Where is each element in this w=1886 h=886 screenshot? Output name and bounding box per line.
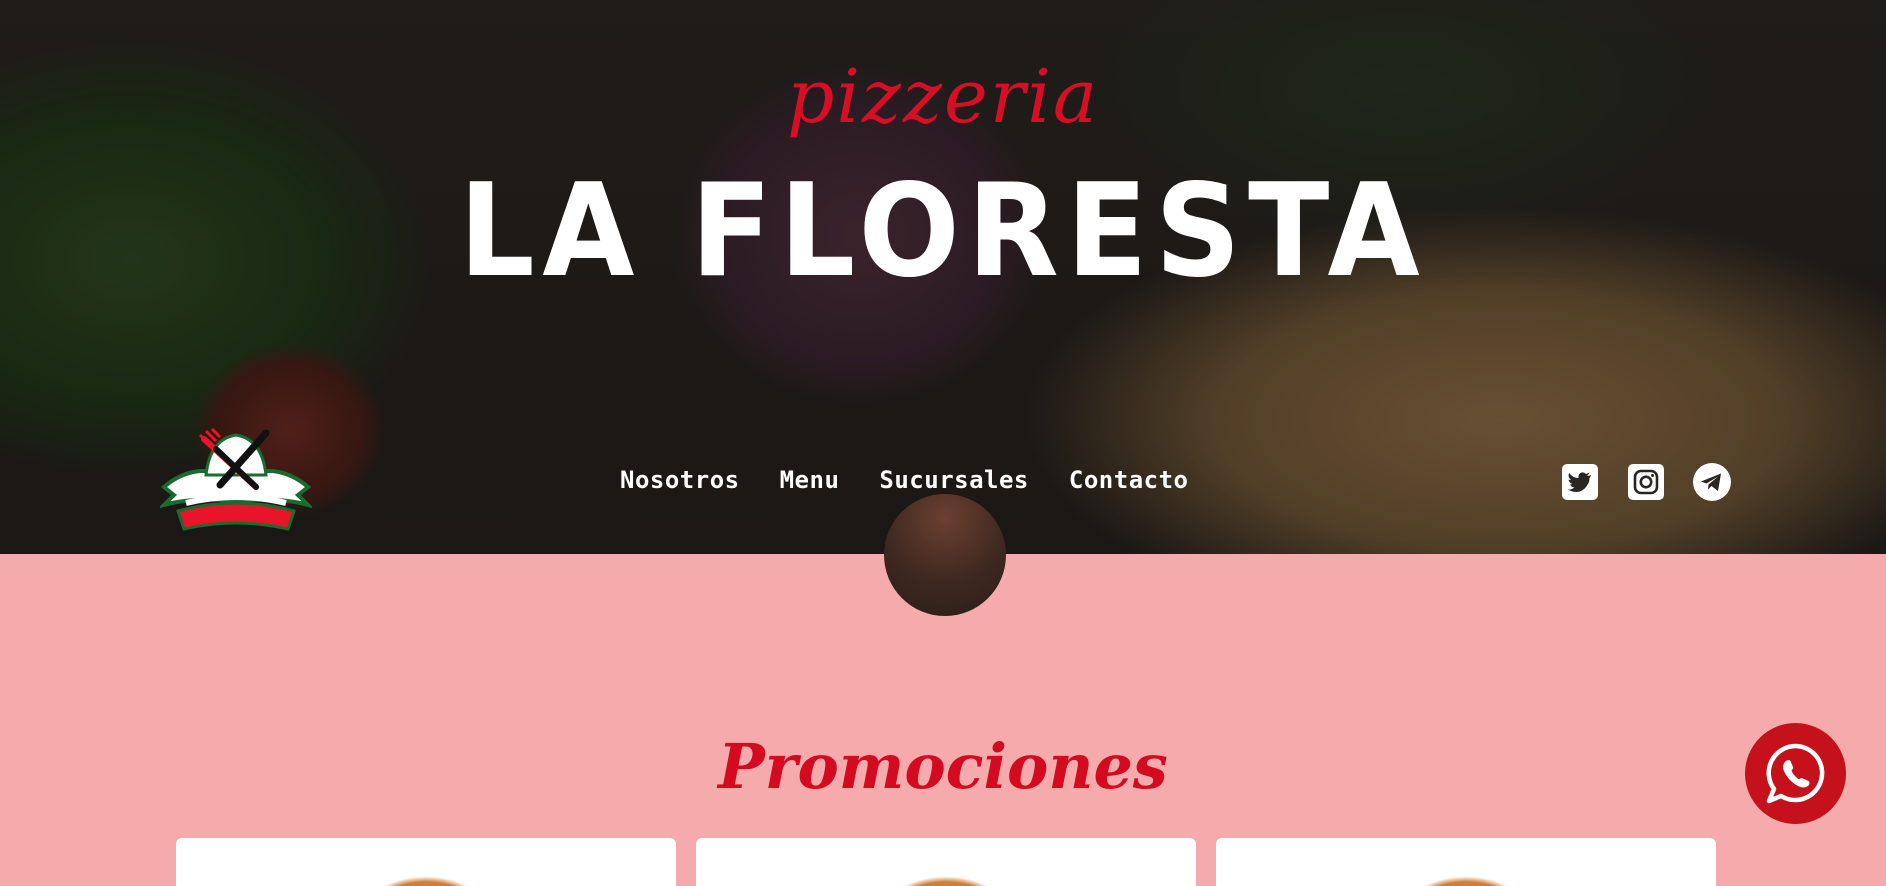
nav-item-nosotros[interactable]: Nosotros (620, 466, 740, 494)
instagram-icon[interactable] (1626, 462, 1666, 502)
nav-item-sucursales[interactable]: Sucursales (879, 466, 1029, 494)
promo-card[interactable] (1216, 838, 1716, 886)
promo-card[interactable] (696, 838, 1196, 886)
pizza-image (361, 876, 491, 886)
promotions-title: Promociones (718, 730, 1168, 803)
telegram-icon[interactable] (1692, 462, 1732, 502)
pizza-image (881, 876, 1011, 886)
whatsapp-icon (1766, 743, 1824, 803)
promo-card[interactable] (176, 838, 676, 886)
hero-banner: pizzeria LA FLORESTA Nosotros Menu Sucur… (0, 0, 1886, 554)
promotions-cards (176, 838, 1716, 886)
nav-item-contacto[interactable]: Contacto (1069, 466, 1189, 494)
brand-tagline: pizzeria (787, 54, 1099, 140)
main-nav: Nosotros Menu Sucursales Contacto (620, 466, 1188, 494)
pizzeria-logo[interactable] (160, 425, 312, 535)
twitter-icon[interactable] (1560, 462, 1600, 502)
whatsapp-button[interactable] (1745, 723, 1846, 824)
pizza-image (1401, 876, 1531, 886)
nav-item-menu[interactable]: Menu (780, 466, 840, 494)
brand-title: LA FLORESTA (458, 157, 1428, 306)
social-links (1560, 462, 1732, 502)
